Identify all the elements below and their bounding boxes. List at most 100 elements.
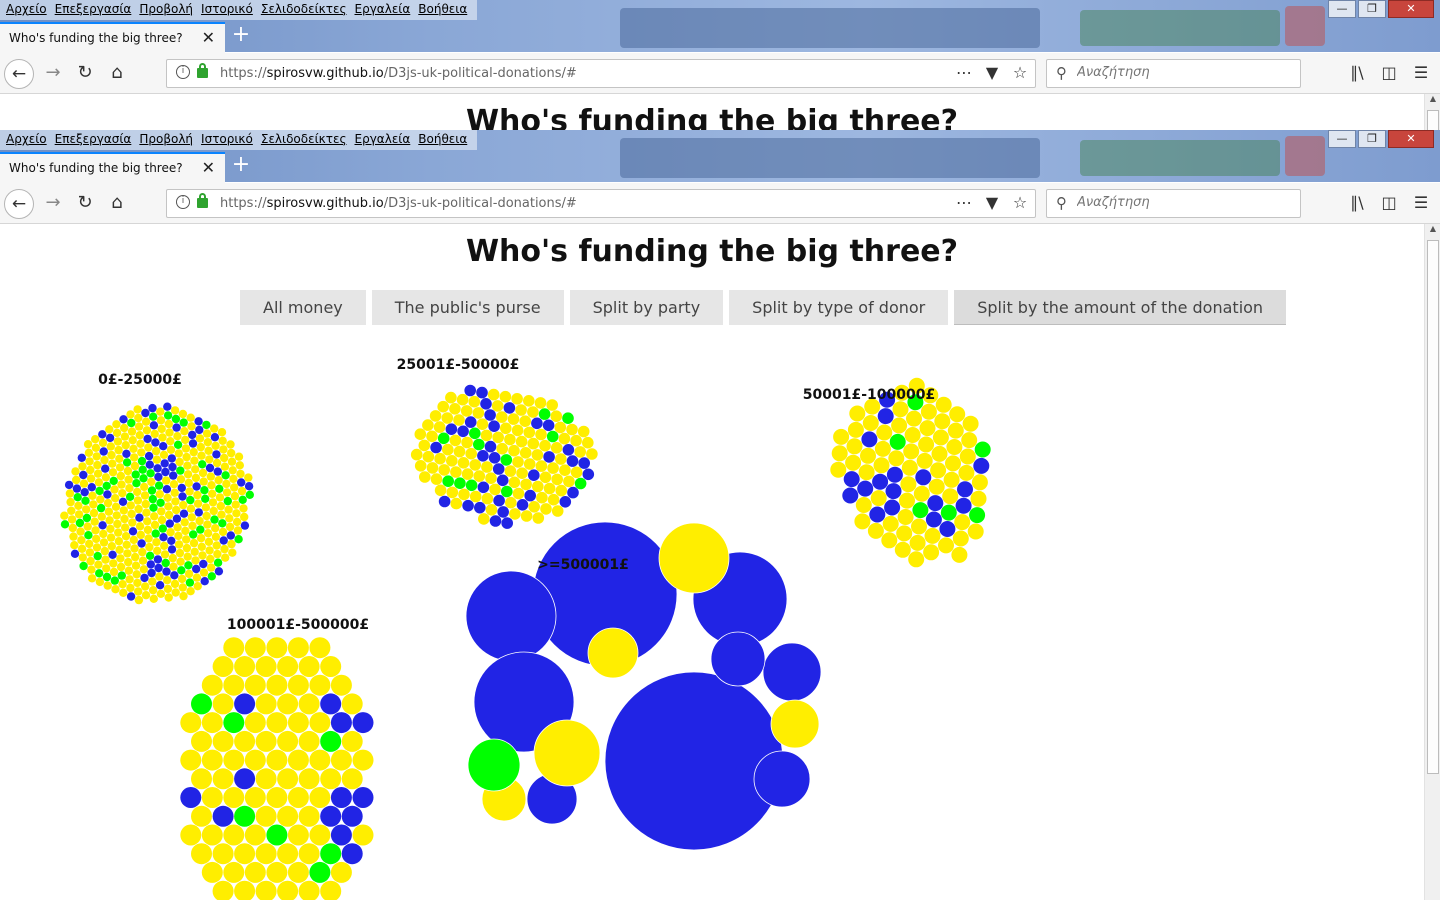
- donation-bubble[interactable]: [160, 541, 169, 550]
- donation-bubble[interactable]: [255, 768, 277, 790]
- donation-bubble[interactable]: [180, 712, 202, 734]
- donation-bubble[interactable]: [166, 528, 175, 537]
- donation-bubble[interactable]: [174, 540, 184, 549]
- donation-bubble[interactable]: [524, 489, 536, 502]
- donation-bubble[interactable]: [266, 861, 288, 883]
- donation-bubble[interactable]: [137, 539, 146, 548]
- donation-bubble[interactable]: [98, 521, 107, 530]
- donation-bubble[interactable]: [434, 484, 447, 497]
- donation-bubble[interactable]: [478, 513, 490, 525]
- donation-bubble[interactable]: [206, 472, 215, 481]
- donation-bubble[interactable]: [142, 426, 152, 435]
- donation-bubble[interactable]: [232, 509, 241, 518]
- donation-bubble[interactable]: [124, 566, 134, 575]
- url-bar[interactable]: i https://spirosvw.github.io/D3js-uk-pol…: [166, 189, 1036, 218]
- donation-bubble[interactable]: [901, 459, 918, 476]
- donation-bubble[interactable]: [219, 445, 228, 454]
- donation-bubble[interactable]: [178, 409, 188, 419]
- donation-bubble[interactable]: [472, 407, 485, 419]
- donation-bubble[interactable]: [925, 511, 942, 528]
- donation-bubble[interactable]: [90, 517, 99, 526]
- donation-bubble[interactable]: [205, 455, 214, 464]
- donation-bubble[interactable]: [422, 450, 435, 463]
- donation-bubble[interactable]: [500, 422, 512, 435]
- donation-bubble[interactable]: [206, 563, 216, 572]
- donation-bubble[interactable]: [255, 656, 277, 677]
- donation-bubble[interactable]: [943, 471, 960, 488]
- donation-bubble[interactable]: [973, 457, 990, 474]
- bookmark-star-icon[interactable]: ☆: [1011, 193, 1029, 212]
- donation-bubble[interactable]: [189, 530, 198, 539]
- donation-bubble[interactable]: [287, 712, 309, 734]
- back-arrow-icon[interactable]: ←: [4, 59, 34, 89]
- donation-bubble[interactable]: [84, 531, 93, 540]
- donation-bubble[interactable]: [110, 485, 119, 494]
- donation-bubble[interactable]: [426, 462, 439, 474]
- donation-bubble[interactable]: [155, 490, 164, 499]
- donation-bubble[interactable]: [710, 631, 766, 687]
- donation-bubble[interactable]: [491, 400, 504, 412]
- donation-bubble[interactable]: [341, 730, 363, 752]
- donation-bubble[interactable]: [118, 580, 127, 589]
- donation-bubble[interactable]: [919, 420, 936, 437]
- donation-bubble[interactable]: [160, 459, 169, 468]
- close-window-icon[interactable]: ✕: [1388, 0, 1434, 18]
- donation-bubble[interactable]: [223, 712, 245, 734]
- donation-bubble[interactable]: [233, 526, 243, 535]
- donation-bubble[interactable]: [238, 495, 247, 504]
- donation-bubble[interactable]: [485, 504, 498, 516]
- donation-bubble[interactable]: [476, 418, 489, 430]
- donation-bubble[interactable]: [108, 468, 118, 477]
- donation-bubble[interactable]: [566, 423, 578, 436]
- donation-bubble[interactable]: [198, 468, 208, 478]
- menu-edit[interactable]: Επεξεργασία: [53, 130, 138, 150]
- scroll-up-icon[interactable]: ▲: [1425, 224, 1440, 238]
- donation-bubble[interactable]: [449, 403, 461, 415]
- donation-bubble[interactable]: [170, 406, 180, 415]
- donation-bubble[interactable]: [93, 460, 102, 470]
- donation-bubble[interactable]: [82, 505, 91, 514]
- donation-bubble[interactable]: [876, 424, 893, 441]
- donation-bubble[interactable]: [212, 656, 234, 677]
- donation-bubble[interactable]: [119, 506, 128, 515]
- donation-bubble[interactable]: [244, 482, 254, 491]
- donation-bubble[interactable]: [217, 510, 226, 519]
- donation-bubble[interactable]: [505, 496, 517, 509]
- donation-bubble[interactable]: [753, 750, 811, 808]
- donation-bubble[interactable]: [226, 531, 235, 540]
- donation-bubble[interactable]: [170, 571, 179, 580]
- donation-bubble[interactable]: [906, 410, 922, 427]
- donation-bubble[interactable]: [504, 433, 516, 446]
- donation-bubble[interactable]: [223, 674, 245, 696]
- donation-bubble[interactable]: [181, 444, 191, 453]
- donation-bubble[interactable]: [861, 431, 878, 448]
- donation-bubble[interactable]: [236, 469, 245, 479]
- donation-bubble[interactable]: [186, 413, 195, 422]
- donation-bubble[interactable]: [481, 492, 494, 505]
- donation-bubble[interactable]: [168, 553, 177, 563]
- donation-bubble[interactable]: [215, 493, 225, 502]
- donation-bubble[interactable]: [532, 512, 545, 524]
- donation-bubble[interactable]: [843, 471, 860, 488]
- donation-bubble[interactable]: [176, 557, 185, 566]
- donation-bubble[interactable]: [163, 411, 173, 420]
- donation-bubble[interactable]: [159, 442, 168, 451]
- donation-bubble[interactable]: [154, 481, 164, 490]
- bookmark-star-icon[interactable]: ☆: [1011, 63, 1029, 82]
- donation-bubble[interactable]: [330, 861, 352, 883]
- scrollbar[interactable]: ▲: [1424, 224, 1440, 900]
- all-money-button[interactable]: All money: [240, 290, 366, 325]
- donation-bubble[interactable]: [551, 505, 564, 517]
- donation-bubble[interactable]: [211, 524, 220, 533]
- donation-bubble[interactable]: [287, 861, 309, 883]
- donation-bubble[interactable]: [523, 426, 536, 439]
- donation-bubble[interactable]: [191, 693, 212, 715]
- donation-bubble[interactable]: [940, 504, 957, 521]
- donation-bubble[interactable]: [562, 444, 575, 456]
- donation-bubble[interactable]: [157, 515, 167, 525]
- donation-bubble[interactable]: [67, 515, 77, 524]
- donation-bubble[interactable]: [156, 407, 165, 416]
- donation-bubble[interactable]: [543, 451, 555, 463]
- donation-bubble[interactable]: [72, 475, 81, 485]
- donation-bubble[interactable]: [532, 480, 544, 493]
